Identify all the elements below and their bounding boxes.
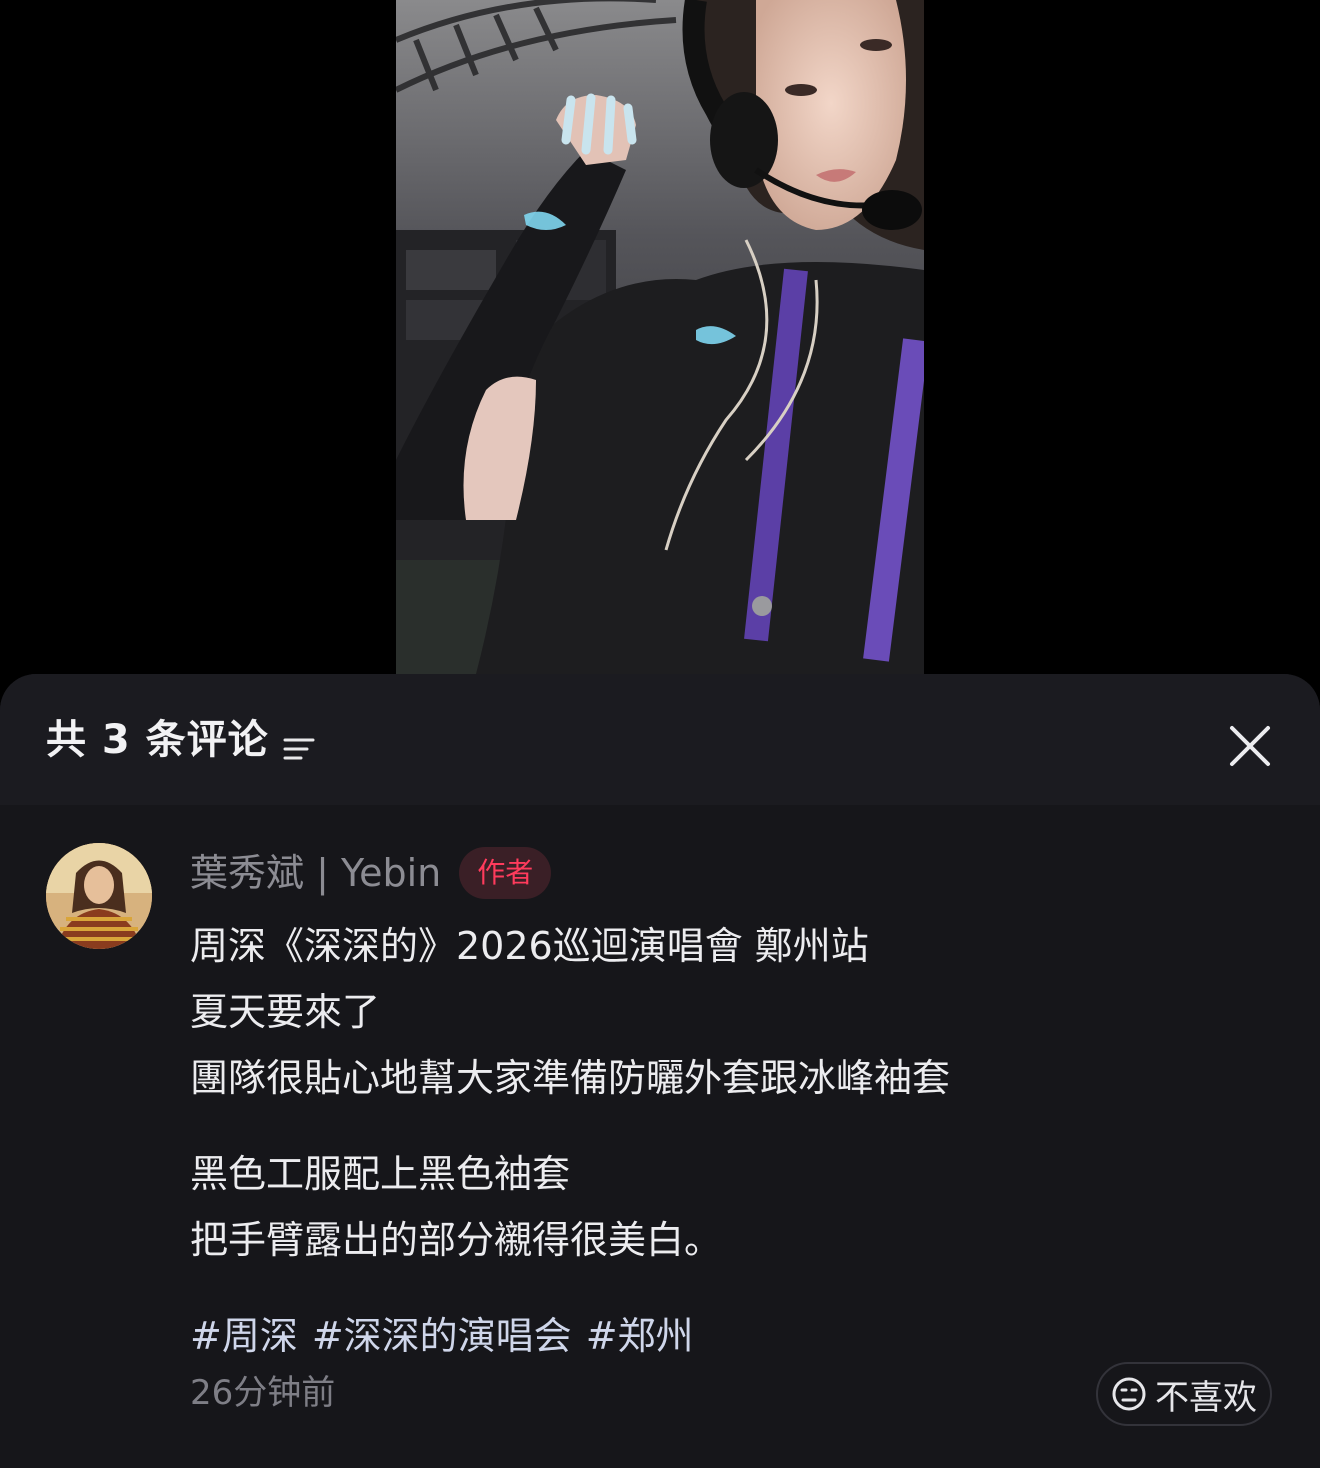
- video-still-image: [396, 0, 924, 674]
- comment-body: 周深《深深的》2026巡迴演唱會 鄭州站 夏天要來了 團隊很貼心地幫大家準備防曬…: [190, 913, 1250, 1369]
- comment-line: 夏天要來了: [190, 990, 381, 1034]
- author-row: 葉秀斌 | Yebin 作者: [190, 845, 552, 901]
- hashtag-link[interactable]: #郑州: [586, 1303, 694, 1369]
- sort-lines-icon[interactable]: [283, 725, 315, 760]
- comment-line: 黑色工服配上黑色袖套: [190, 1152, 571, 1196]
- comment-line: 把手臂露出的部分襯得很美白。: [190, 1218, 723, 1262]
- comments-sheet: 共 3 条评论 葉秀斌 | Yebin 作者 周深《深深的》2026巡迴演唱會 …: [0, 674, 1320, 1468]
- hashtag-list: #周深 #深深的演唱会 #郑州: [190, 1303, 1250, 1369]
- comment-item[interactable]: 葉秀斌 | Yebin 作者 周深《深深的》2026巡迴演唱會 鄭州站 夏天要來…: [0, 805, 1320, 1468]
- author-name[interactable]: 葉秀斌 | Yebin: [190, 845, 441, 901]
- comment-timestamp: 26分钟前: [190, 1373, 336, 1413]
- hashtag-link[interactable]: #深深的演唱会: [312, 1303, 572, 1369]
- comment-line: 團隊很貼心地幫大家準備防曬外套跟冰峰袖套: [190, 1056, 951, 1100]
- neutral-face-icon: [1111, 1376, 1147, 1412]
- comment-count-title: 共 3 条评论: [46, 714, 315, 766]
- comment-line: 周深《深深的》2026巡迴演唱會 鄭州站: [190, 924, 869, 968]
- hashtag-link[interactable]: #周深: [190, 1303, 298, 1369]
- close-icon: [1230, 726, 1270, 766]
- dislike-label: 不喜欢: [1155, 1377, 1257, 1418]
- comment-count-label: 共 3 条评论: [46, 717, 269, 763]
- dislike-button[interactable]: 不喜欢: [1096, 1362, 1272, 1426]
- video-area[interactable]: [0, 0, 1320, 674]
- video-frame[interactable]: [396, 0, 924, 674]
- comments-header: 共 3 条评论: [0, 674, 1320, 805]
- avatar[interactable]: [46, 843, 152, 949]
- close-button[interactable]: [1222, 718, 1278, 774]
- author-badge: 作者: [459, 847, 552, 899]
